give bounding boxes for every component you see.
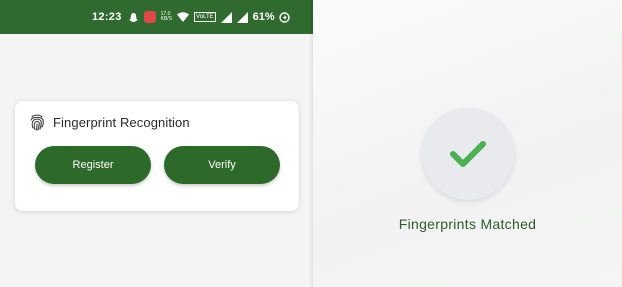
register-button[interactable]: Register	[35, 146, 151, 184]
card-header: Fingerprint Recognition	[29, 113, 190, 131]
status-time: 12:23	[92, 11, 122, 23]
verify-button[interactable]: Verify	[164, 146, 280, 184]
status-bar: 12:23 17.0 KB/S VoLTE 61%	[0, 0, 313, 34]
wifi-icon	[177, 11, 190, 23]
success-badge	[422, 108, 514, 200]
fingerprint-screen: 12:23 17.0 KB/S VoLTE 61% Fingerprint Re…	[0, 0, 313, 287]
battery-percentage: 61%	[252, 11, 275, 23]
result-screen: Fingerprints Matched	[313, 0, 622, 287]
fingerprint-icon	[30, 114, 44, 131]
battery-saver-icon	[278, 11, 290, 23]
checkmark-icon	[450, 141, 486, 167]
data-speed-unit: KB/S	[160, 16, 173, 22]
snapchat-icon	[128, 11, 139, 23]
app-notification-icon	[143, 11, 156, 23]
fingerprint-card: Fingerprint Recognition Register Verify	[15, 101, 299, 211]
volte-icon: VoLTE	[194, 12, 216, 22]
card-title: Fingerprint Recognition	[53, 114, 190, 130]
signal-icon	[220, 11, 232, 23]
signal-icon	[236, 11, 248, 23]
match-status-text: Fingerprints Matched	[398, 216, 537, 232]
data-speed-indicator: 17.0 KB/S	[161, 12, 172, 22]
